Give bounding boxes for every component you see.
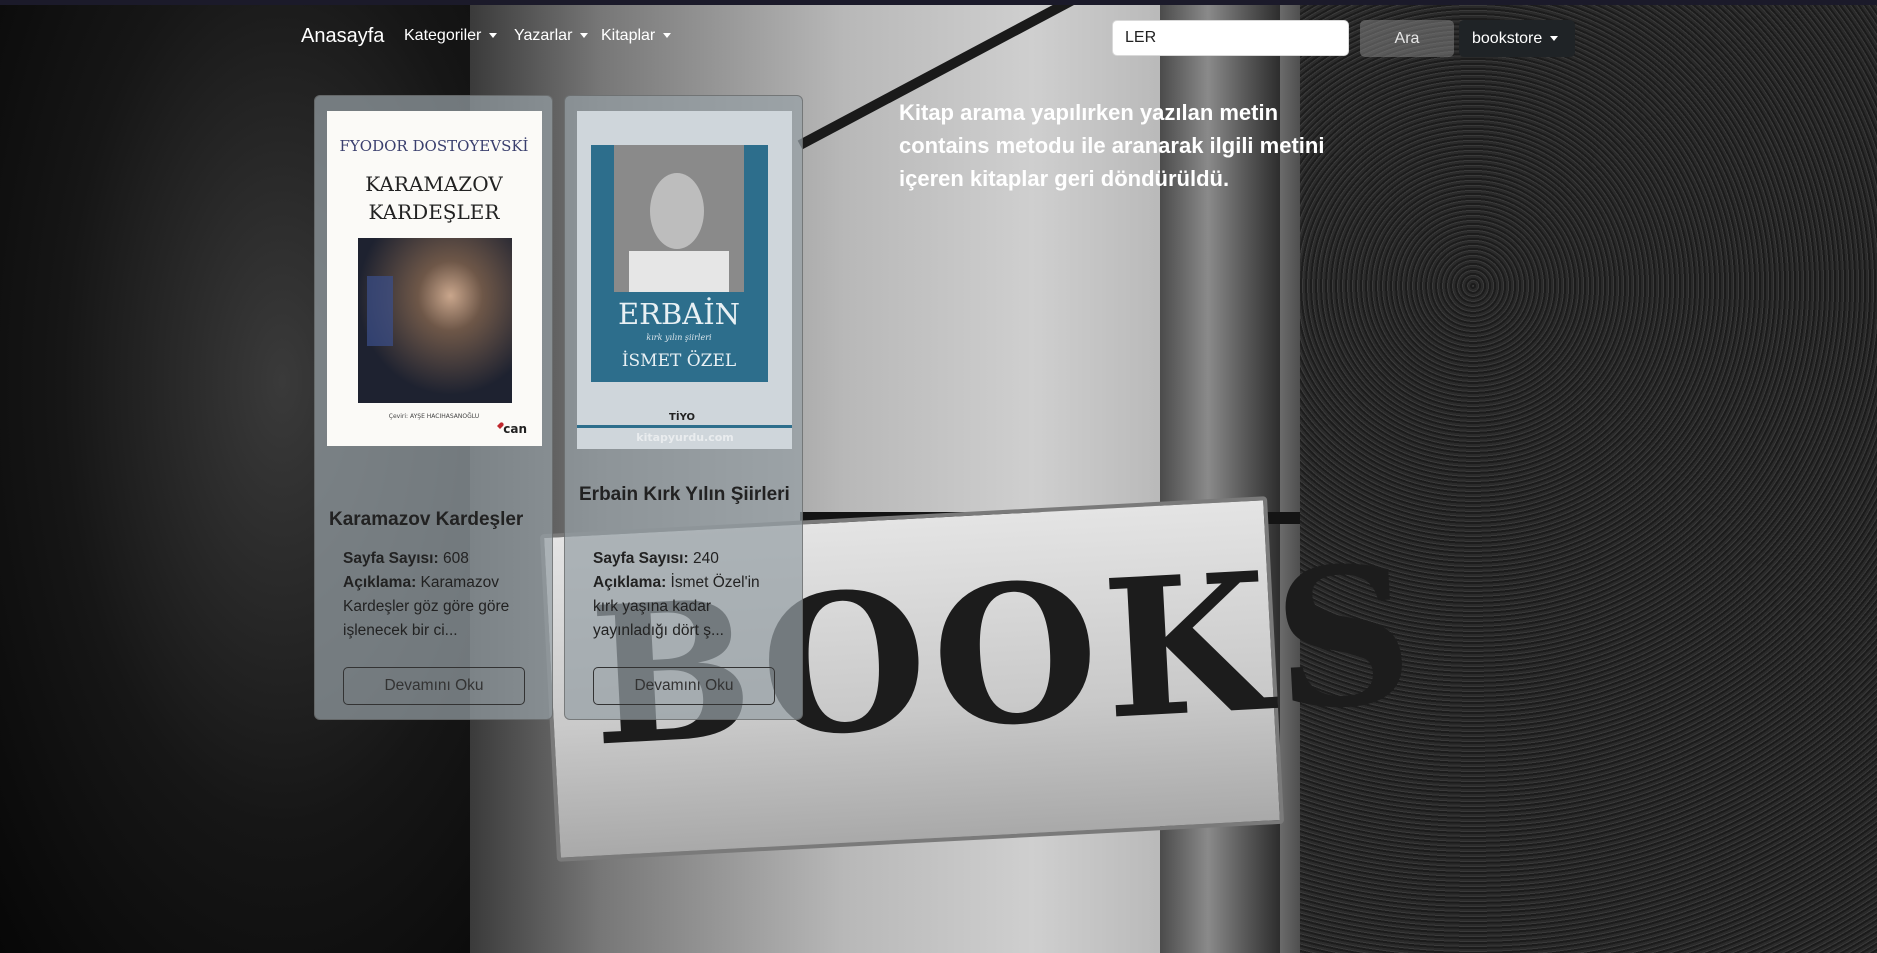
cover-subtitle: kırk yılın şiirleri xyxy=(646,333,712,342)
cover-title: ERBAİN xyxy=(618,296,740,331)
search-button[interactable]: Ara xyxy=(1360,20,1454,57)
chevron-down-icon xyxy=(663,33,672,39)
cover-translator: Çeviri: AYŞE HACIHASANOĞLU xyxy=(389,413,479,420)
book-details: Sayfa Sayısı: 608 Açıklama: Karamazov Ka… xyxy=(343,547,533,643)
book-cover-image: FYODOR DOSTOYEVSKİ KARAMAZOV KARDEŞLER Ç… xyxy=(327,111,542,446)
user-menu-label: bookstore xyxy=(1472,29,1543,47)
navbar: Anasayfa Kategoriler Yazarlar Kitaplar A… xyxy=(0,5,1877,63)
pages-value: 240 xyxy=(692,550,719,567)
pages-label: Sayfa Sayısı: xyxy=(343,550,439,567)
nav-categories-label: Kategoriler xyxy=(404,27,482,44)
background-wall-right xyxy=(1300,0,1877,953)
nav-authors-dropdown[interactable]: Yazarlar xyxy=(514,27,589,45)
cover-title-line2: KARDEŞLER xyxy=(369,200,501,224)
cover-watermark: kitapyurdu.com xyxy=(636,431,734,444)
nav-books-dropdown[interactable]: Kitaplar xyxy=(601,27,672,45)
cover-title-line1: KARAMAZOV xyxy=(365,172,503,196)
chevron-down-icon xyxy=(1550,35,1559,41)
cover-publisher: TİYO xyxy=(669,409,695,423)
book-title: Karamazov Kardeşler xyxy=(329,509,524,530)
book-cover-image: ERBAİN kırk yılın şiirleri İSMET ÖZEL Tİ… xyxy=(577,111,792,449)
book-cover-erbain: ERBAİN kırk yılın şiirleri İSMET ÖZEL Tİ… xyxy=(577,111,792,449)
book-details: Sayfa Sayısı: 240 Açıklama: İsmet Özel'i… xyxy=(593,547,783,643)
book-card: FYODOR DOSTOYEVSKİ KARAMAZOV KARDEŞLER Ç… xyxy=(314,95,553,720)
brand-link[interactable]: Anasayfa xyxy=(301,25,384,48)
nav-authors-label: Yazarlar xyxy=(514,27,573,44)
description-label: Açıklama: xyxy=(343,574,417,591)
chevron-down-icon xyxy=(580,33,589,39)
cover-author: FYODOR DOSTOYEVSKİ xyxy=(340,137,529,155)
book-title: Erbain Kırk Yılın Şiirleri xyxy=(579,484,790,505)
cover-publisher: can xyxy=(503,422,527,436)
read-more-button[interactable]: Devamını Oku xyxy=(593,667,775,705)
search-input[interactable] xyxy=(1112,20,1349,56)
nav-categories-dropdown[interactable]: Kategoriler xyxy=(404,27,498,45)
read-more-button[interactable]: Devamını Oku xyxy=(343,667,525,705)
chevron-down-icon xyxy=(489,33,498,39)
pages-label: Sayfa Sayısı: xyxy=(593,550,689,567)
cover-author: İSMET ÖZEL xyxy=(622,350,736,371)
description-label: Açıklama: xyxy=(593,574,667,591)
pages-value: 608 xyxy=(442,550,469,567)
book-cover-karamazov: FYODOR DOSTOYEVSKİ KARAMAZOV KARDEŞLER Ç… xyxy=(327,111,542,446)
book-card: ERBAİN kırk yılın şiirleri İSMET ÖZEL Tİ… xyxy=(564,95,803,720)
user-menu-dropdown[interactable]: bookstore xyxy=(1459,20,1575,57)
nav-books-label: Kitaplar xyxy=(601,27,656,44)
search-explanation-note: Kitap arama yapılırken yazılan metin con… xyxy=(899,100,1325,191)
